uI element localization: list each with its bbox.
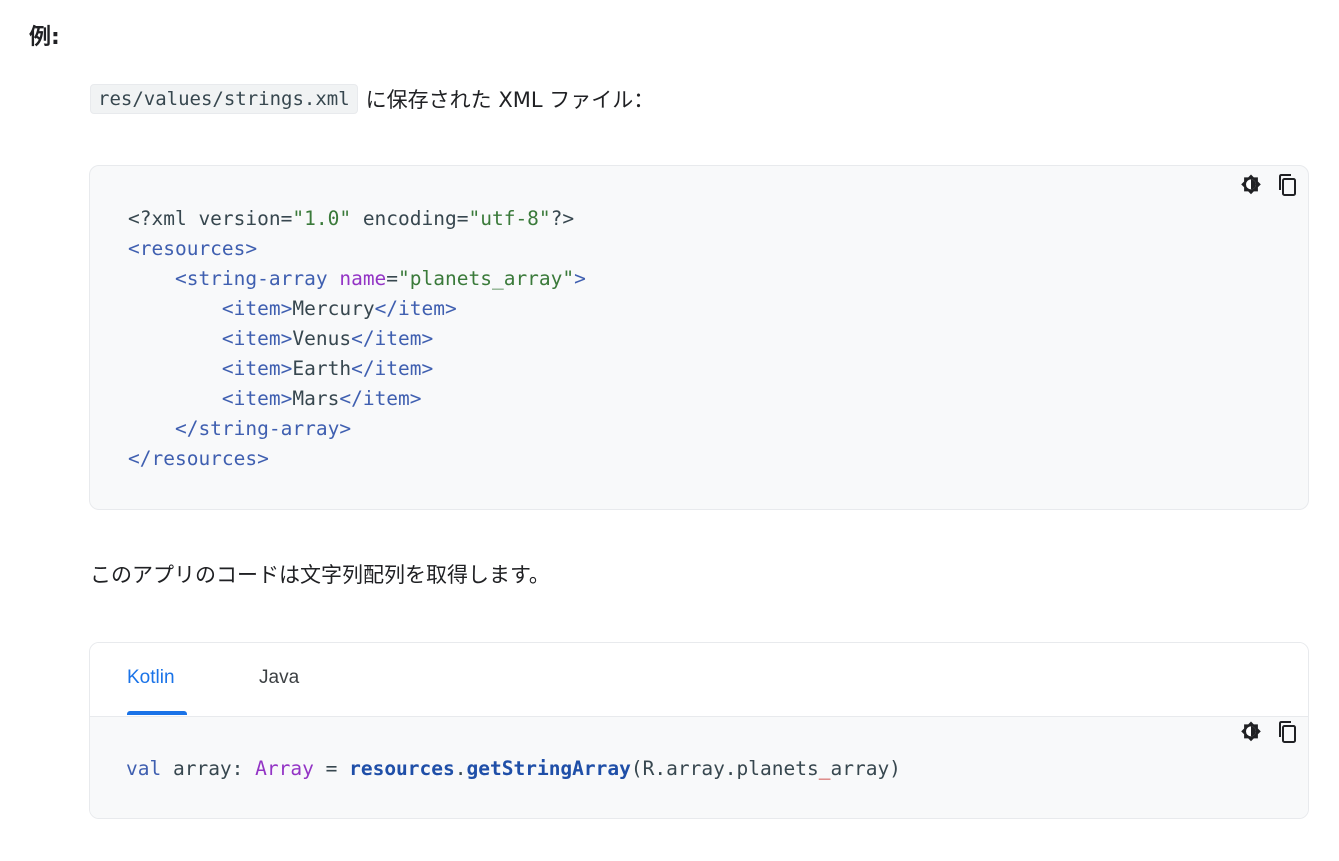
tab-java[interactable]: Java [259, 667, 299, 689]
copy-icon[interactable] [1274, 172, 1300, 198]
item-earth: Earth [292, 357, 352, 380]
kotlin-code-panel: val array: Array = resources.getStringAr… [90, 717, 1308, 818]
tabbed-code-block: Kotlin Java val array: Array = resources… [89, 642, 1309, 819]
item-mars: Mars [292, 387, 340, 410]
file-path-code: res/values/strings.xml [90, 84, 358, 114]
kotlin-code: val array: Array = resources.getStringAr… [126, 757, 901, 780]
code-tools [1238, 719, 1300, 745]
item-mercury: Mercury [292, 297, 375, 320]
tab-bar: Kotlin Java [90, 643, 1308, 717]
page: 例: res/values/strings.xml に保存された XML ファイ… [0, 0, 1339, 861]
description-paragraph: このアプリのコードは文字列配列を取得します。 [90, 563, 550, 587]
brightness-contrast-icon[interactable] [1238, 172, 1264, 198]
intro-line: res/values/strings.xml に保存された XML ファイル： [90, 82, 654, 116]
intro-text: に保存された XML ファイル： [365, 88, 655, 112]
tab-kotlin[interactable]: Kotlin [127, 667, 175, 689]
example-heading: 例: [29, 25, 60, 50]
copy-icon[interactable] [1274, 719, 1300, 745]
xml-code: <?xml version="1.0" encoding="utf-8"?> <… [128, 207, 586, 470]
active-tab-indicator [127, 711, 187, 715]
code-tools [1238, 172, 1300, 198]
xml-code-block: <?xml version="1.0" encoding="utf-8"?> <… [89, 165, 1309, 510]
brightness-contrast-icon[interactable] [1238, 719, 1264, 745]
item-venus: Venus [292, 327, 352, 350]
